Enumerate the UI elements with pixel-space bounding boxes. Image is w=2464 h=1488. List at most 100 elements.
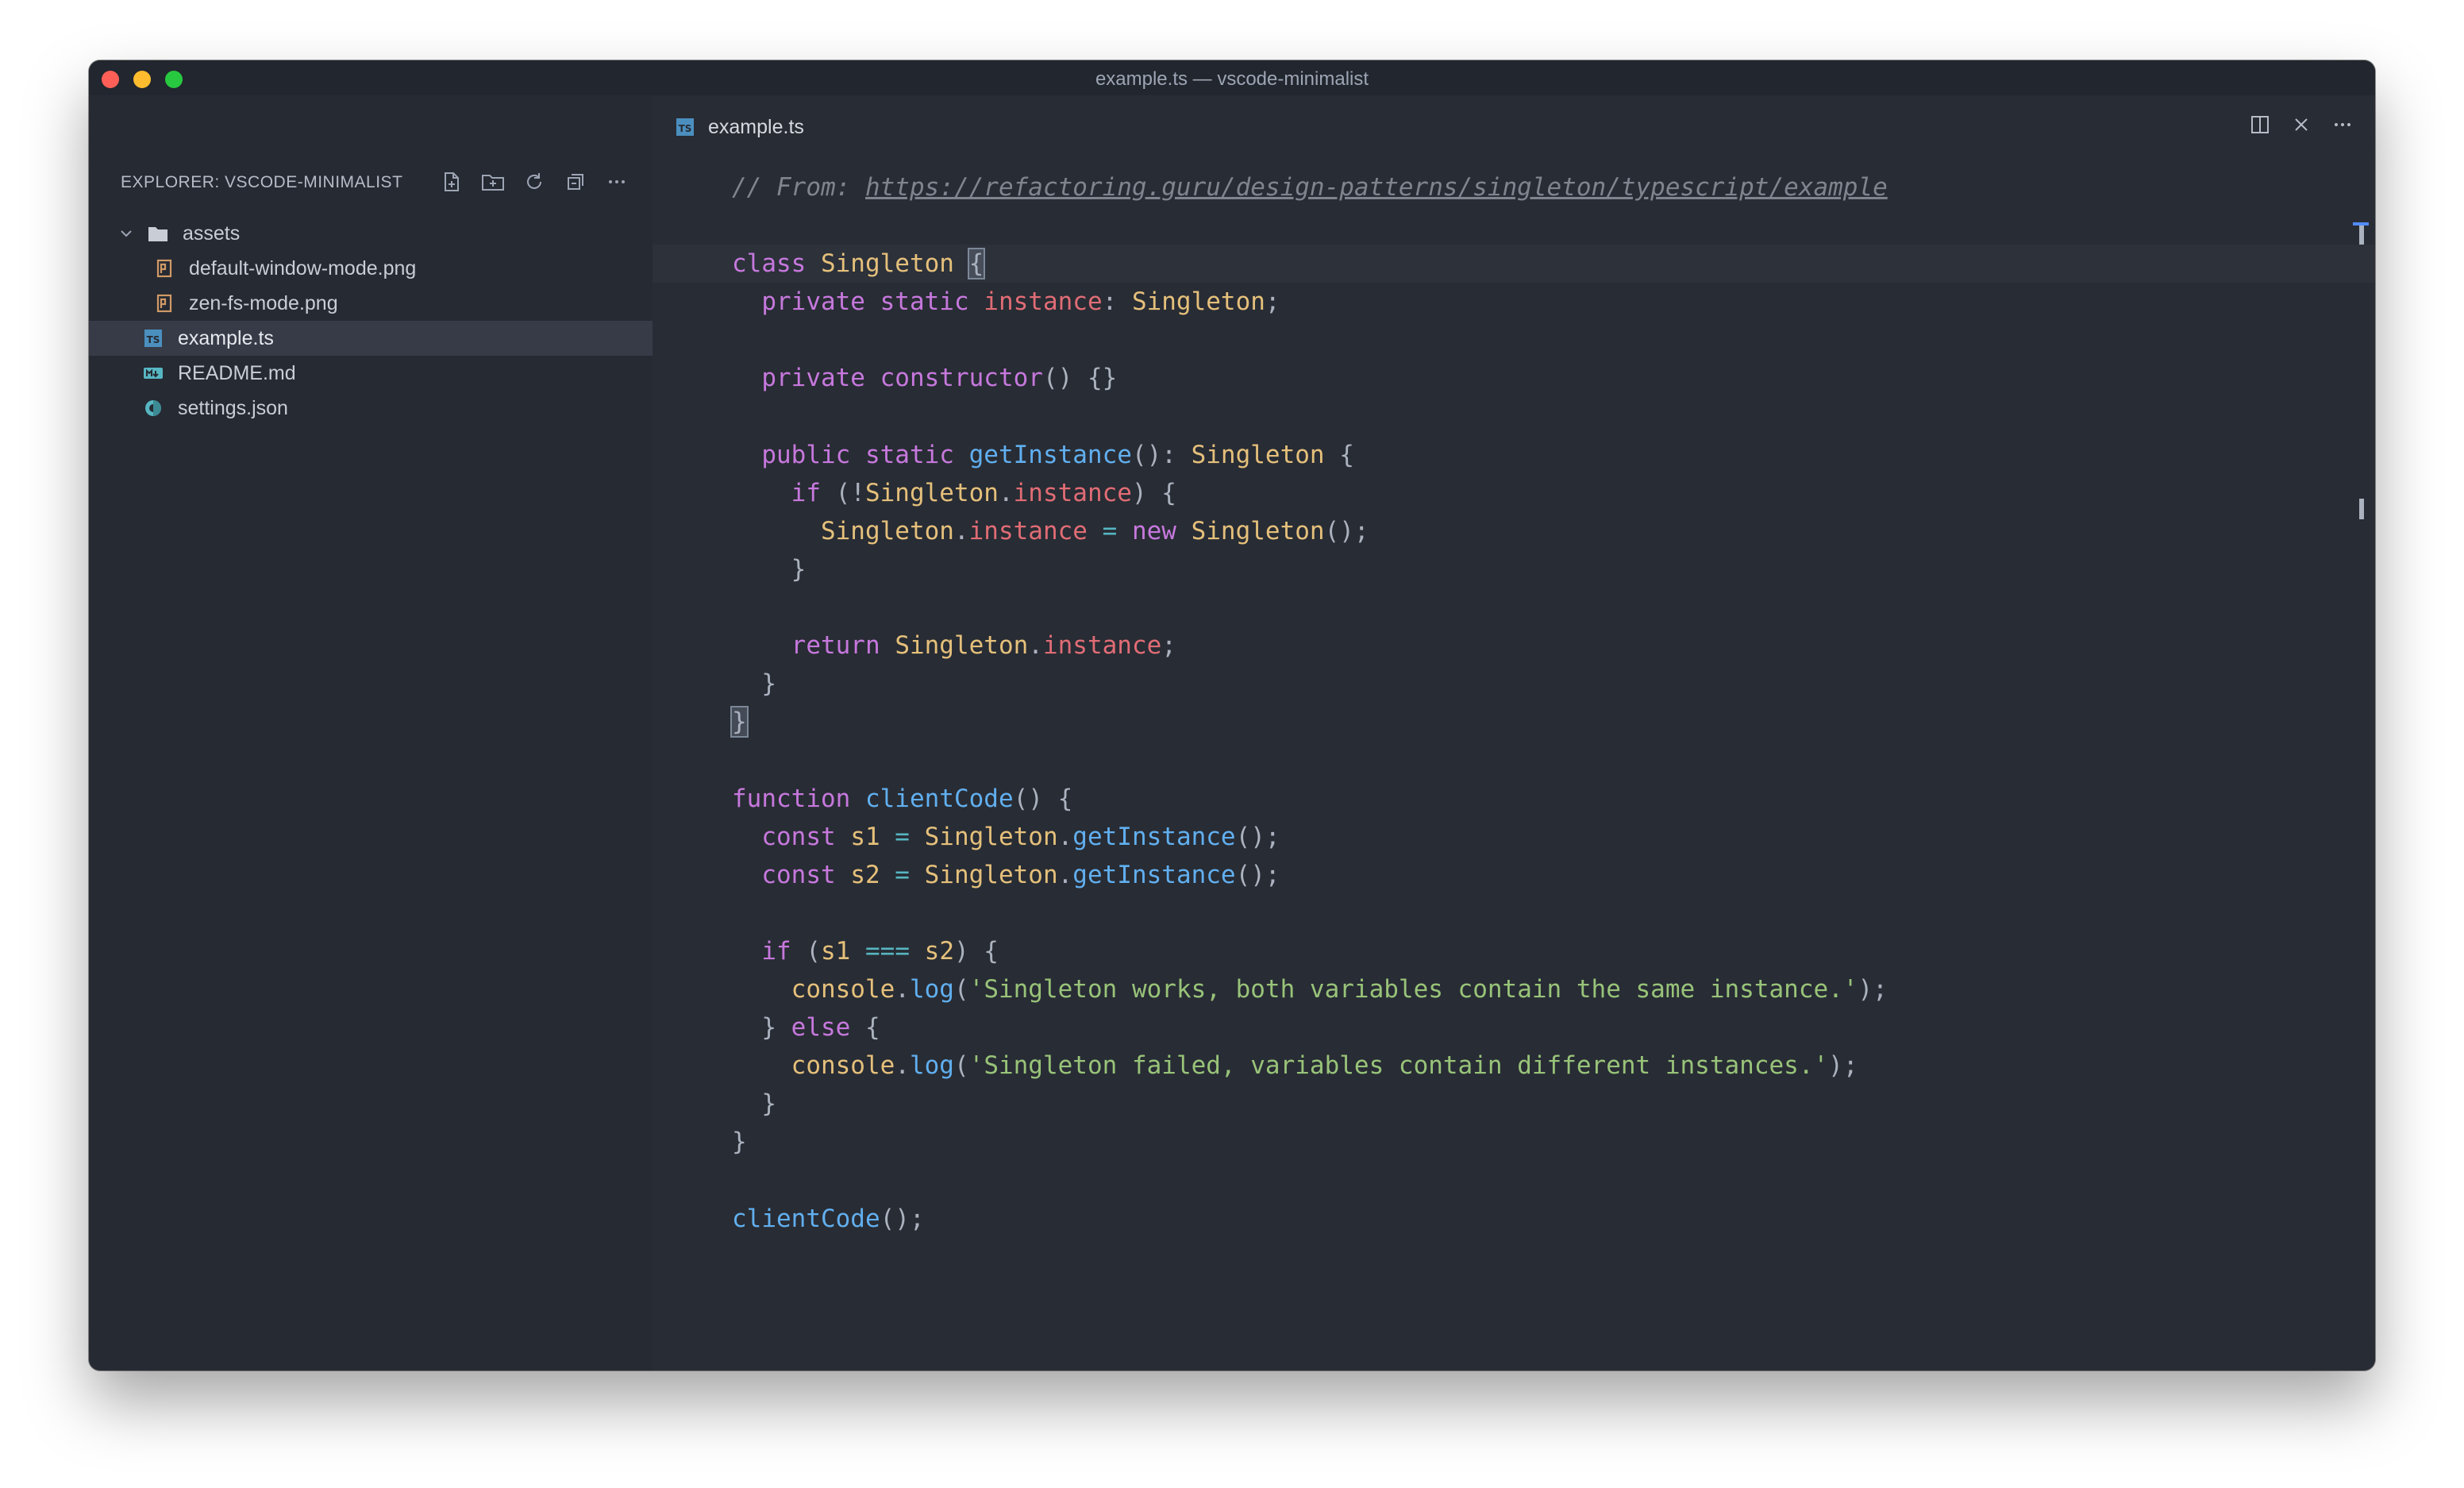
code-token: (); [880,1204,925,1233]
code-token: constructor [880,364,1043,393]
json-file-icon [143,398,164,418]
code-token: instance [1013,478,1132,507]
code-token: Singleton [924,860,1058,889]
code-token: . [895,1051,910,1081]
code-token: . [1028,631,1043,661]
code-token: ( [953,974,969,1004]
tree-item-label: README.md [178,361,296,384]
tree-item-settings-json[interactable]: settings.json [89,391,653,426]
code-token: clientCode [732,1204,880,1233]
code-token: () { [1013,784,1073,813]
more-icon[interactable] [603,168,630,195]
code-token: { [864,1013,880,1043]
window-title: example.ts — vscode-minimalist [1095,68,1369,90]
code-token: getInstance [1072,860,1236,889]
tree-item-label: zen-fs-mode.png [189,291,338,314]
code-token: . [1057,822,1073,851]
code-line: } [730,703,2327,741]
code-token: Singleton [1191,516,1325,545]
tree-item-readme[interactable]: README.md [89,356,653,391]
more-actions-icon[interactable] [2329,111,2356,138]
code-token: Singleton [864,478,999,507]
code-token: 'Singleton works, both variables contain… [968,974,1858,1004]
code-token: function [732,784,865,813]
code-token: else [791,1013,865,1043]
code-token: s1 [821,936,851,966]
tree-item-assets[interactable]: assets [89,216,653,251]
tree-item-default-window-mode[interactable]: default-window-mode.png [89,251,653,286]
code-token: Singleton [1131,287,1265,317]
image-file-icon [154,258,175,279]
tree-item-zen-fs-mode[interactable]: zen-fs-mode.png [89,286,653,321]
explorer-title: EXPLORER: VSCODE-MINIMALIST [121,173,403,191]
refresh-icon[interactable] [521,168,548,195]
new-folder-icon[interactable] [479,168,506,195]
code-line: class Singleton { [653,245,2375,283]
code-token: (); [1235,860,1280,889]
code-line: } [732,1123,2327,1161]
collapse-all-icon[interactable] [562,168,589,195]
code-line: console.log('Singleton failed, variables… [732,1047,2327,1085]
explorer-sidebar: EXPLORER: VSCODE-MINIMALIST assets defau… [89,95,653,1370]
code-line: private constructor() {} [732,359,2327,397]
code-token: { [1324,440,1354,469]
scrollbar-thumb[interactable] [2359,499,2364,519]
code-token: Singleton [895,631,1029,661]
title-bar: example.ts — vscode-minimalist [89,60,2375,95]
code-token: . [895,974,910,1004]
new-file-icon[interactable] [438,168,465,195]
code-line: if (!Singleton.instance) { [732,474,2327,512]
code-token: . [998,478,1014,507]
tab-example-ts[interactable]: TS example.ts [675,108,804,146]
code-line: return Singleton.instance; [732,626,2327,665]
code-token: Singleton [1191,440,1325,469]
code-line: } [732,550,2327,588]
code-token: ( [953,1051,969,1081]
code-token: === [850,936,925,966]
code-line: } [732,1085,2327,1123]
code-token: https://refactoring.guru/design-patterns… [864,173,1888,202]
tree-item-example-ts[interactable]: TS example.ts [89,321,653,356]
code-token: } [732,554,807,584]
code-token: public static [761,440,969,469]
code-token: instance [1042,631,1162,661]
code-token: Singleton [820,249,969,279]
code-token: ; [1161,631,1176,661]
tab-bar: TS example.ts [653,95,2375,159]
editor-pane: TS example.ts // From: https://refactori… [653,95,2375,1370]
matching-bracket: { [967,248,986,280]
code-editor[interactable]: // From: https://refactoring.guru/design… [653,168,2375,1238]
markdown-file-icon [143,363,164,384]
svg-text:TS: TS [679,123,692,134]
code-line: // From: https://refactoring.guru/design… [732,168,2327,206]
code-token: ) { [1131,478,1176,507]
code-token: () {} [1042,364,1118,393]
code-token: = [1087,516,1132,545]
split-editor-icon[interactable] [2246,111,2273,138]
tree-item-label: assets [183,222,241,245]
code-token: clientCode [864,784,1014,813]
code-line: function clientCode() { [732,780,2327,818]
code-line: console.log('Singleton works, both varia… [732,970,2327,1008]
code-line: const s1 = Singleton.getInstance(); [732,818,2327,856]
code-token: s2 [850,860,880,889]
typescript-file-icon: TS [143,328,164,349]
code-token: (! [835,478,865,507]
code-token: ); [1858,974,1888,1004]
chevron-down-icon [116,223,137,244]
code-token: } [732,669,776,699]
close-tab-icon[interactable] [2288,111,2315,138]
code-token: new [1131,516,1192,545]
